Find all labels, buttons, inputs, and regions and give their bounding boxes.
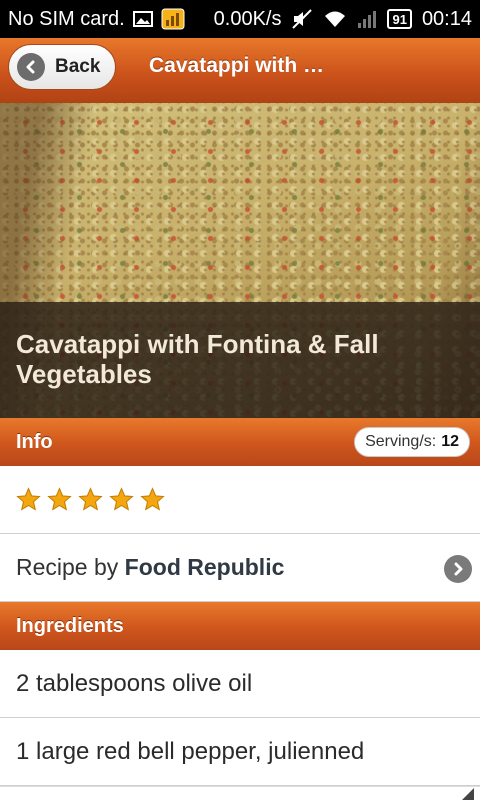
star-icon bbox=[78, 487, 103, 511]
back-button[interactable]: Back bbox=[8, 44, 116, 90]
ingredients-section-header: Ingredients bbox=[0, 602, 480, 650]
carrier-text: No SIM card. bbox=[8, 7, 125, 30]
signal-app-icon bbox=[161, 8, 185, 30]
star-icon bbox=[109, 487, 134, 511]
recipe-photo: Cavatappi with Fontina & Fall Vegetables bbox=[0, 103, 480, 418]
list-continuation bbox=[0, 786, 480, 800]
star-rating bbox=[16, 487, 165, 512]
image-icon bbox=[132, 10, 153, 28]
star-icon bbox=[16, 487, 41, 511]
recipe-by-prefix: Recipe by bbox=[16, 554, 119, 580]
status-bar: No SIM card. 0.00K/s 91 00:14 bbox=[0, 0, 480, 38]
chevron-right-icon[interactable] bbox=[444, 555, 472, 583]
recipe-source-row[interactable]: Recipe by Food Republic bbox=[0, 534, 480, 602]
back-button-label: Back bbox=[55, 56, 101, 77]
servings-value: 12 bbox=[441, 433, 459, 450]
ingredient-text: 2 tablespoons olive oil bbox=[16, 669, 253, 697]
info-section-header: Info Serving/s: 12 bbox=[0, 418, 480, 466]
page-title: Cavatappi with … bbox=[149, 54, 325, 77]
servings-label: Serving/s: bbox=[365, 433, 437, 450]
header-bar: Back Cavatappi with … bbox=[0, 38, 480, 103]
ingredient-item: 2 tablespoons olive oil bbox=[0, 650, 480, 718]
recipe-title: Cavatappi with Fontina & Fall Vegetables bbox=[16, 329, 379, 389]
battery-icon: 91 bbox=[387, 9, 412, 29]
recipe-source-name: Food Republic bbox=[124, 554, 285, 580]
cell-signal-icon bbox=[357, 9, 377, 29]
rating-row bbox=[0, 466, 480, 534]
wifi-icon bbox=[323, 9, 347, 29]
clock: 00:14 bbox=[421, 7, 472, 30]
network-speed: 0.00K/s bbox=[213, 7, 282, 30]
info-label: Info bbox=[16, 430, 53, 453]
recipe-source-text: Recipe by Food Republic bbox=[16, 554, 284, 581]
ingredients-label: Ingredients bbox=[16, 614, 124, 637]
star-icon bbox=[140, 487, 165, 511]
ingredient-item: 1 large red bell pepper, julienned bbox=[0, 718, 480, 786]
star-icon bbox=[47, 487, 72, 511]
battery-level: 91 bbox=[392, 11, 407, 27]
back-arrow-icon bbox=[17, 53, 45, 81]
servings-badge: Serving/s: 12 bbox=[354, 427, 470, 457]
mute-icon bbox=[291, 8, 313, 30]
ingredient-text: 1 large red bell pepper, julienned bbox=[16, 737, 365, 765]
